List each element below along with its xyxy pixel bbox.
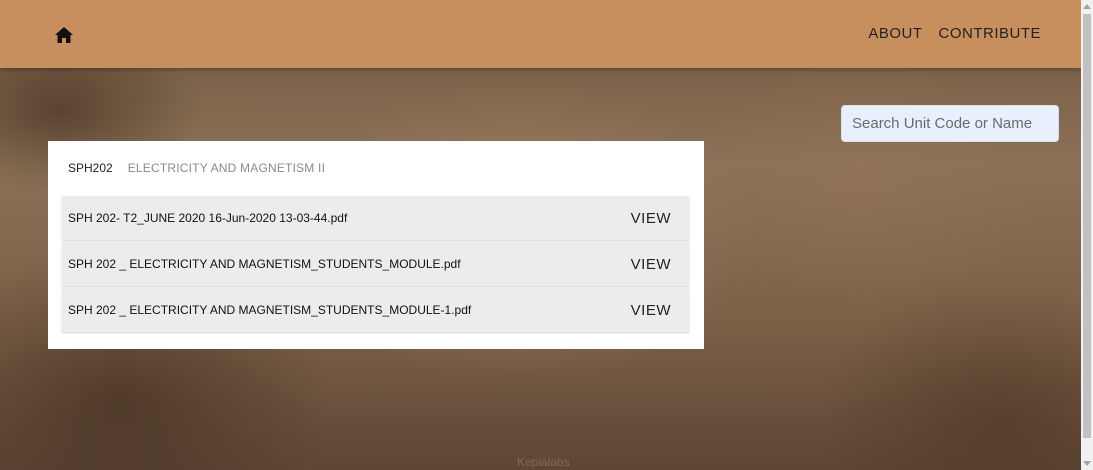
navbar: ABOUT CONTRIBUTE (0, 0, 1081, 68)
file-row: SPH 202 _ ELECTRICITY AND MAGNETISM_STUD… (62, 242, 689, 286)
unit-card: SPH202 ELECTRICITY AND MAGNETISM II SPH … (48, 141, 704, 349)
nav-links: ABOUT CONTRIBUTE (868, 25, 1041, 42)
file-row: SPH 202- T2_JUNE 2020 16-Jun-2020 13-03-… (62, 196, 689, 240)
scroll-down-arrow-icon[interactable] (1083, 461, 1091, 466)
file-name: SPH 202- T2_JUNE 2020 16-Jun-2020 13-03-… (68, 210, 348, 225)
file-row: SPH 202 _ ELECTRICITY AND MAGNETISM_STUD… (62, 288, 689, 332)
page: ABOUT CONTRIBUTE SPH202 ELECTRICITY AND … (0, 0, 1093, 470)
scroll-up-arrow-icon[interactable] (1083, 4, 1091, 9)
file-name: SPH 202 _ ELECTRICITY AND MAGNETISM_STUD… (68, 302, 472, 317)
view-button[interactable]: VIEW (631, 302, 671, 319)
nav-contribute-link[interactable]: CONTRIBUTE (939, 25, 1042, 42)
unit-name: ELECTRICITY AND MAGNETISM II (127, 161, 326, 175)
view-button[interactable]: VIEW (631, 210, 671, 227)
unit-code: SPH202 (68, 161, 113, 175)
view-button[interactable]: VIEW (631, 256, 671, 273)
page-scrollbar[interactable] (1081, 0, 1093, 470)
scrollbar-thumb[interactable] (1083, 14, 1091, 438)
search-input[interactable] (841, 105, 1059, 142)
footer-text: Kepialabs (517, 455, 570, 469)
home-icon (55, 27, 73, 43)
file-name: SPH 202 _ ELECTRICITY AND MAGNETISM_STUD… (68, 256, 461, 271)
nav-about-link[interactable]: ABOUT (868, 25, 922, 42)
home-button[interactable] (52, 24, 76, 46)
unit-header: SPH202 ELECTRICITY AND MAGNETISM II (68, 161, 325, 175)
file-list: SPH 202- T2_JUNE 2020 16-Jun-2020 13-03-… (62, 196, 689, 334)
